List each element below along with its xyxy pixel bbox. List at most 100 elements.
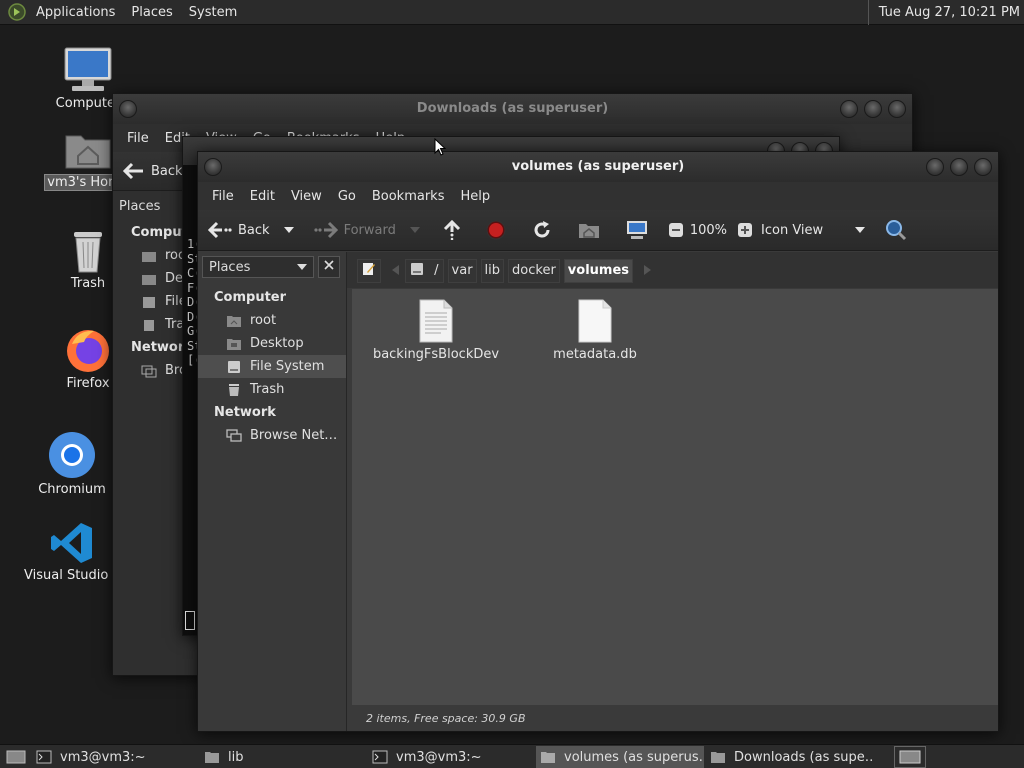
view-mode-select[interactable]: Icon View	[761, 223, 871, 238]
back-button[interactable]: Back	[208, 221, 270, 239]
menu-go[interactable]: Go	[330, 189, 364, 204]
file-item-backingfsblockdev[interactable]: backingFsBlockDev	[366, 299, 506, 362]
volumes-titlebar[interactable]: volumes (as superuser)	[198, 152, 998, 182]
menu-file[interactable]: File	[119, 131, 157, 146]
menu-view[interactable]: View	[283, 189, 330, 204]
close-button[interactable]	[888, 100, 906, 118]
taskbar-item-terminal-2[interactable]: vm3@vm3:~	[368, 746, 530, 768]
places-combo-label: Places	[209, 259, 251, 275]
taskbar: vm3@vm3:~ lib vm3@vm3:~ volumes (as supe…	[0, 744, 1024, 768]
path-segment-volumes[interactable]: volumes	[563, 259, 634, 283]
zoom-out-icon	[668, 223, 683, 237]
path-scroll-left[interactable]	[385, 264, 405, 279]
drive-icon	[228, 360, 240, 373]
chevron-down-icon	[855, 227, 866, 233]
zoom-level[interactable]: 100%	[690, 223, 727, 238]
minimize-button[interactable]	[840, 100, 858, 118]
menu-help[interactable]: Help	[452, 189, 498, 204]
window-menu-button[interactable]	[119, 100, 137, 118]
taskbar-item-volumes[interactable]: volumes (as superus…	[536, 746, 704, 768]
desktop-icon-vscode[interactable]: Visual Studio Code	[22, 520, 146, 583]
system-menu[interactable]: System	[181, 5, 245, 20]
workspace-icon	[899, 750, 921, 764]
chevron-down-icon	[297, 264, 307, 270]
sidebar-item-label: root	[250, 313, 277, 328]
sidebar-header: Places	[198, 252, 346, 282]
forward-label: Forward	[343, 222, 396, 238]
chevron-down-icon	[283, 227, 294, 233]
places-menu[interactable]: Places	[123, 5, 180, 20]
zoom-out-button[interactable]: 100%	[668, 222, 727, 238]
taskbar-item-lib[interactable]: lib	[200, 746, 362, 768]
window-menu-button[interactable]	[204, 158, 222, 176]
task-label: vm3@vm3:~	[60, 749, 146, 765]
back-arrow-icon	[208, 221, 232, 239]
menu-bookmarks[interactable]: Bookmarks	[364, 189, 453, 204]
view-mode-label: Icon View	[761, 222, 824, 238]
folder-icon	[205, 752, 219, 763]
computer-icon	[64, 47, 112, 91]
volumes-toolbar: Back Forward 100% Icon View	[198, 210, 998, 251]
show-desktop-button[interactable]	[2, 746, 26, 768]
sidebar-item-trash[interactable]: Trash	[198, 378, 346, 401]
path-segment-docker[interactable]: docker	[508, 259, 560, 283]
computer-button[interactable]	[626, 220, 654, 240]
firefox-icon	[67, 330, 109, 372]
search-button[interactable]	[885, 219, 913, 241]
menu-edit[interactable]: Edit	[242, 189, 283, 204]
location-bar: / var lib docker volumes	[347, 252, 998, 288]
maximize-button[interactable]	[950, 158, 968, 176]
taskbar-item-downloads[interactable]: Downloads (as supe…	[706, 746, 874, 768]
desktop-folder-icon	[227, 338, 241, 350]
sidebar-item-label: Trash	[250, 382, 285, 397]
up-button[interactable]	[442, 220, 468, 240]
computer-icon	[626, 221, 647, 239]
zoom-in-icon	[738, 223, 753, 237]
forward-button[interactable]: Forward	[313, 221, 396, 239]
path-root-button[interactable]: /	[405, 259, 444, 283]
applications-menu[interactable]: Applications	[28, 5, 123, 20]
chevron-down-icon	[409, 227, 420, 233]
home-button[interactable]	[578, 221, 606, 239]
close-button[interactable]	[974, 158, 992, 176]
sidebar-item-desktop[interactable]: Desktop	[198, 332, 346, 355]
toggle-location-button[interactable]	[357, 259, 381, 283]
back-button[interactable]: Back	[123, 162, 183, 180]
window-title: Downloads (as superuser)	[416, 101, 609, 116]
trash-icon	[144, 319, 154, 331]
zoom-in-button[interactable]	[737, 222, 759, 238]
path-root-separator: /	[434, 263, 439, 278]
file-name: backingFsBlockDev	[372, 347, 500, 362]
minimize-button[interactable]	[926, 158, 944, 176]
file-view[interactable]: backingFsBlockDev metadata.db	[352, 289, 998, 705]
path-segment-var[interactable]: var	[447, 259, 477, 283]
folder-icon	[711, 752, 725, 763]
reload-button[interactable]	[532, 220, 558, 240]
close-sidebar-button[interactable]	[318, 256, 340, 278]
sidebar-item-filesystem[interactable]: File System	[198, 355, 346, 378]
file-item-metadata-db[interactable]: metadata.db	[525, 299, 665, 362]
path-segment-lib[interactable]: lib	[480, 259, 505, 283]
sidebar-item-browse-network[interactable]: Browse Net…	[198, 424, 346, 447]
stop-button[interactable]	[486, 220, 512, 240]
status-bar: 2 items, Free space: 30.9 GB	[352, 705, 998, 731]
path-scroll-right[interactable]	[637, 264, 657, 279]
home-icon	[227, 315, 241, 327]
desktop-icon-label: Firefox	[66, 376, 110, 391]
downloads-titlebar[interactable]: Downloads (as superuser)	[113, 94, 912, 124]
places-combo[interactable]: Places	[202, 256, 314, 278]
sidebar-item-label: Browse Net…	[250, 428, 338, 443]
workspace-switcher[interactable]	[894, 746, 926, 768]
maximize-button[interactable]	[864, 100, 882, 118]
distro-logo-icon[interactable]	[8, 3, 26, 21]
back-history-dropdown[interactable]	[283, 226, 300, 234]
clock[interactable]: Tue Aug 27, 10:21 PM	[867, 0, 1020, 25]
menu-file[interactable]: File	[204, 189, 242, 204]
chevron-right-icon	[643, 264, 651, 275]
desktop-icon-chromium[interactable]: Chromium	[22, 430, 122, 497]
taskbar-item-terminal-1[interactable]: vm3@vm3:~	[32, 746, 194, 768]
volumes-window[interactable]: volumes (as superuser) File Edit View Go…	[197, 151, 999, 732]
forward-history-dropdown[interactable]	[409, 226, 426, 234]
folder-icon	[541, 752, 555, 763]
sidebar-item-root[interactable]: root	[198, 309, 346, 332]
